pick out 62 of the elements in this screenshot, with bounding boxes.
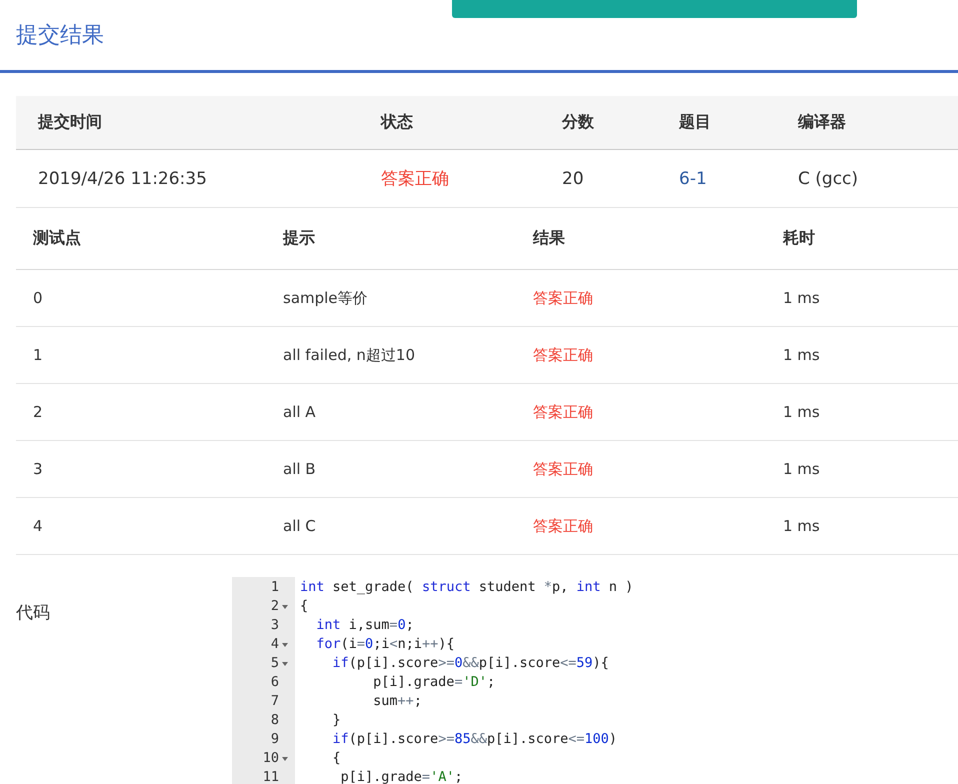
result-text: 答案正确 <box>532 516 594 536</box>
code-line: } <box>332 711 342 730</box>
line-number: 7 <box>270 692 279 711</box>
table-cell-text: 4 <box>32 517 44 535</box>
table-cell-text: C (gcc) <box>798 168 860 188</box>
table-cell-text: sample等价 <box>282 288 369 308</box>
line-number: 6 <box>270 673 279 692</box>
code-line: if(p[i].score>=0&&p[i].score<=59){ <box>332 654 610 673</box>
table-cell-text: all C <box>282 517 317 535</box>
page-title: 提交结果 <box>16 22 104 50</box>
table-cell-text: all A <box>282 403 317 421</box>
column-header: 测试点 <box>32 228 82 249</box>
fold-caret-icon[interactable] <box>282 604 288 608</box>
code-line: for(i=0;i<n;i++){ <box>315 635 456 654</box>
result-text: 答案正确 <box>532 460 594 478</box>
column-header: 编译器 <box>798 112 847 133</box>
result-text: 答案正确 <box>532 346 594 364</box>
code-line: sum++; <box>372 692 423 711</box>
line-number: 2 <box>270 597 279 616</box>
table-cell-text: 1 ms <box>782 460 821 478</box>
code-line: { <box>332 749 342 768</box>
table-cell-text: 2 <box>32 403 44 421</box>
code-line: p[i].grade='A'; <box>340 768 464 784</box>
code-label: 代码 <box>16 602 51 625</box>
fold-caret-icon[interactable] <box>282 756 288 760</box>
table-cell-text: 1 ms <box>782 289 821 307</box>
problem-link[interactable]: 6-1 <box>679 168 707 188</box>
fold-caret-icon[interactable] <box>282 662 288 666</box>
line-number: 5 <box>270 654 279 673</box>
table-cell-text: 1 ms <box>782 517 821 535</box>
status-text: 答案正确 <box>381 168 450 190</box>
table-cell-text: 20 <box>562 168 585 188</box>
column-header: 提交时间 <box>36 112 103 133</box>
code-line: int set_grade( struct student *p, int n ) <box>300 578 634 597</box>
column-header: 结果 <box>532 228 566 249</box>
table-cell-text: 0 <box>32 289 44 307</box>
table-cell-text: all failed, n超过10 <box>282 346 416 364</box>
column-header: 提示 <box>282 228 316 249</box>
code-line: int i,sum=0; <box>315 616 415 635</box>
table-cell-text: 1 ms <box>782 403 821 421</box>
table-cell-text: 1 <box>32 346 44 364</box>
table-cell-text: 2019/4/26 11:26:35 <box>37 168 208 188</box>
column-header: 耗时 <box>782 228 816 249</box>
line-number: 11 <box>262 768 279 784</box>
column-header: 状态 <box>381 112 414 133</box>
result-text: 答案正确 <box>532 402 594 422</box>
table-cell-text: 3 <box>32 460 44 478</box>
code-line: if(p[i].score>=85&&p[i].score<=100) <box>332 730 618 749</box>
code-line: { <box>300 597 310 616</box>
line-number: 9 <box>270 730 279 749</box>
table-cell-text: 1 ms <box>782 346 821 364</box>
result-text: 答案正确 <box>532 288 594 308</box>
line-number: 10 <box>262 749 279 768</box>
column-header: 题目 <box>679 112 712 133</box>
line-number: 1 <box>270 578 279 597</box>
line-number: 8 <box>270 711 279 730</box>
code-line: p[i].grade='D'; <box>372 673 496 692</box>
fold-caret-icon[interactable] <box>282 642 288 646</box>
line-number: 4 <box>270 635 279 654</box>
line-number: 3 <box>270 616 279 635</box>
table-cell-text: all B <box>282 460 317 478</box>
column-header: 分数 <box>562 112 595 133</box>
